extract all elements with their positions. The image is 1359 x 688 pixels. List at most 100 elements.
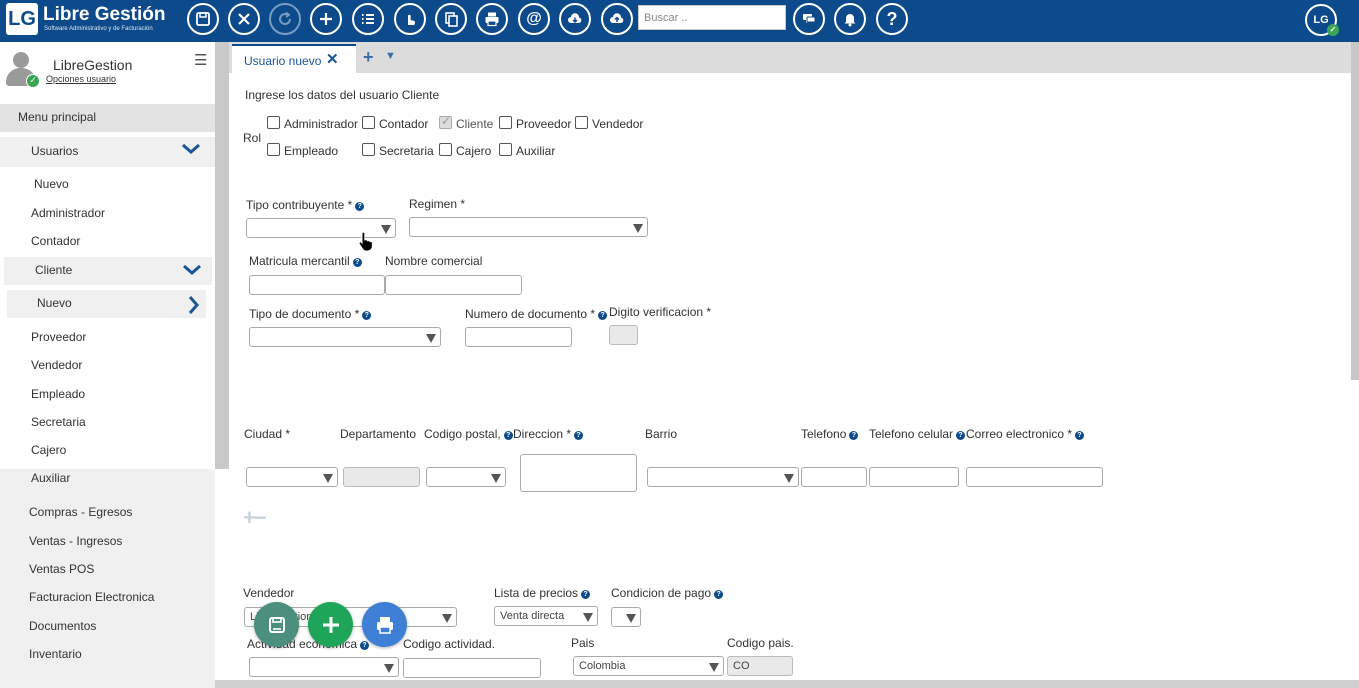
lista-precios-label: Lista de precios? bbox=[494, 586, 591, 600]
correo-input[interactable] bbox=[966, 467, 1103, 487]
codigo-postal-select[interactable] bbox=[426, 467, 506, 487]
checkbox-cajero[interactable] bbox=[439, 143, 452, 156]
actividad-select[interactable] bbox=[249, 657, 399, 677]
help-icon[interactable]: ? bbox=[355, 202, 365, 211]
sidebar-item-cajero[interactable]: Cajero bbox=[0, 443, 215, 457]
user-options-link[interactable]: Opciones usuario bbox=[46, 74, 116, 84]
sidebar-item-nuevo[interactable]: Nuevo bbox=[0, 177, 215, 191]
checkbox-empleado[interactable] bbox=[267, 143, 280, 156]
checkbox-secretaria[interactable] bbox=[362, 143, 375, 156]
checkbox-cliente[interactable] bbox=[439, 114, 452, 129]
fab-add-button[interactable] bbox=[308, 602, 353, 647]
sidebar-item-secretaria[interactable]: Secretaria bbox=[0, 415, 215, 429]
tipo-contribuyente-label: Tipo contribuyente *? bbox=[246, 198, 365, 212]
sidebar-item-vendedor[interactable]: Vendedor bbox=[0, 358, 215, 372]
ciudad-label: Ciudad * bbox=[244, 427, 291, 441]
help-icon[interactable]: ? bbox=[581, 590, 591, 599]
help-icon[interactable]: ? bbox=[849, 431, 859, 440]
tab-usuario-nuevo[interactable]: Usuario nuevo ✕ bbox=[232, 44, 356, 73]
help-icon[interactable]: ? bbox=[876, 3, 908, 35]
add-remove-address-icon[interactable]: +− bbox=[243, 505, 267, 531]
sidebar-item-cliente[interactable]: Cliente bbox=[4, 257, 212, 285]
sidebar-item-ventas[interactable]: Ventas - Ingresos bbox=[0, 534, 215, 548]
vertical-scrollbar[interactable] bbox=[1351, 42, 1359, 380]
copy-icon[interactable] bbox=[435, 3, 467, 35]
sidebar-item-facturacion[interactable]: Facturacion Electronica bbox=[0, 590, 215, 604]
sidebar-item-documentos[interactable]: Documentos bbox=[0, 619, 215, 633]
fab-print-button[interactable] bbox=[362, 602, 407, 647]
sidebar-scrollbar[interactable] bbox=[215, 42, 229, 469]
help-icon[interactable]: ? bbox=[503, 431, 513, 440]
sidebar-item-compras[interactable]: Compras - Egresos bbox=[0, 505, 215, 519]
numero-documento-input[interactable] bbox=[465, 327, 572, 347]
chat-icon[interactable] bbox=[793, 3, 825, 35]
checkbox-contador[interactable] bbox=[362, 116, 375, 129]
departamento-input[interactable] bbox=[343, 467, 420, 487]
tipo-documento-select[interactable] bbox=[249, 327, 441, 347]
list-icon[interactable] bbox=[352, 3, 384, 35]
telefono-input[interactable] bbox=[801, 467, 867, 487]
barrio-select[interactable] bbox=[647, 467, 799, 487]
tab-close-icon[interactable]: ✕ bbox=[326, 50, 339, 68]
checkbox-vendedor[interactable] bbox=[575, 116, 588, 129]
cloud-download-icon[interactable] bbox=[559, 3, 591, 35]
sidebar-item-label: Usuarios bbox=[31, 144, 79, 158]
matricula-input[interactable] bbox=[249, 275, 385, 295]
lista-precios-select[interactable]: Venta directa bbox=[494, 606, 598, 626]
help-icon[interactable]: ? bbox=[714, 590, 724, 599]
touch-icon[interactable] bbox=[394, 3, 426, 35]
search-input[interactable] bbox=[638, 5, 786, 30]
pais-select[interactable]: Colombia bbox=[573, 656, 724, 676]
help-icon[interactable]: ? bbox=[956, 431, 966, 440]
regimen-select[interactable] bbox=[409, 217, 648, 237]
email-icon[interactable]: @ bbox=[518, 3, 550, 35]
sidebar-item-auxiliar[interactable]: Auxiliar bbox=[0, 471, 215, 485]
user-avatar-icon: ✓ bbox=[4, 50, 40, 90]
fab-save-button[interactable] bbox=[254, 602, 299, 647]
nombre-comercial-label: Nombre comercial bbox=[385, 254, 483, 268]
help-icon[interactable]: ? bbox=[598, 311, 608, 320]
role-label-secretaria: Secretaria bbox=[379, 144, 434, 158]
add-tab-icon[interactable]: + bbox=[363, 47, 374, 68]
hamburger-icon[interactable]: ☰ bbox=[194, 51, 207, 69]
regimen-label: Regimen * bbox=[409, 197, 466, 211]
sidebar-item-contador[interactable]: Contador bbox=[0, 234, 215, 248]
help-icon[interactable]: ? bbox=[360, 641, 370, 650]
tab-dropdown-icon[interactable]: ▼ bbox=[385, 50, 396, 62]
role-label-administrador: Administrador bbox=[284, 117, 359, 131]
codigo-actividad-input[interactable] bbox=[403, 658, 541, 678]
condicion-pago-select[interactable] bbox=[611, 607, 641, 627]
sidebar-item-usuarios[interactable]: Usuarios bbox=[0, 137, 215, 167]
sidebar-item-ventas-pos[interactable]: Ventas POS bbox=[0, 562, 215, 576]
checkbox-auxiliar[interactable] bbox=[499, 143, 512, 156]
nombre-comercial-input[interactable] bbox=[385, 275, 522, 295]
direccion-textarea[interactable] bbox=[520, 454, 637, 492]
checkbox-administrador[interactable] bbox=[267, 116, 280, 129]
sidebar-item-empleado[interactable]: Empleado bbox=[0, 387, 215, 401]
print-icon[interactable] bbox=[476, 3, 508, 35]
save-icon[interactable] bbox=[187, 3, 219, 35]
digito-input[interactable] bbox=[609, 325, 638, 345]
help-icon[interactable]: ? bbox=[352, 258, 362, 267]
bell-icon[interactable] bbox=[834, 3, 866, 35]
cloud-upload-icon[interactable] bbox=[601, 3, 633, 35]
sidebar-item-inventario[interactable]: Inventario bbox=[0, 647, 215, 661]
close-icon[interactable] bbox=[228, 3, 260, 35]
sidebar-item-proveedor[interactable]: Proveedor bbox=[0, 330, 215, 344]
sidebar-item-cliente-nuevo[interactable]: Nuevo bbox=[7, 290, 206, 318]
help-icon[interactable]: ? bbox=[362, 311, 372, 320]
app-logo[interactable]: LG Libre Gestión Software Administrativo… bbox=[6, 3, 166, 37]
pais-label: Pais bbox=[571, 636, 595, 650]
help-icon[interactable]: ? bbox=[574, 431, 584, 440]
user-avatar-top[interactable]: LG ✓ bbox=[1305, 4, 1339, 36]
refresh-icon[interactable] bbox=[269, 3, 301, 35]
codigo-pais-input[interactable]: CO bbox=[727, 656, 793, 676]
add-icon[interactable] bbox=[310, 3, 342, 35]
help-icon[interactable]: ? bbox=[1075, 431, 1085, 440]
horizontal-scrollbar[interactable] bbox=[215, 680, 1359, 688]
ciudad-select[interactable] bbox=[246, 467, 338, 487]
sidebar-item-administrador[interactable]: Administrador bbox=[0, 206, 215, 220]
checkbox-proveedor[interactable] bbox=[499, 116, 512, 129]
user-panel: ✓ LibreGestion Opciones usuario ☰ bbox=[0, 42, 215, 104]
telefono-celular-input[interactable] bbox=[869, 467, 959, 487]
